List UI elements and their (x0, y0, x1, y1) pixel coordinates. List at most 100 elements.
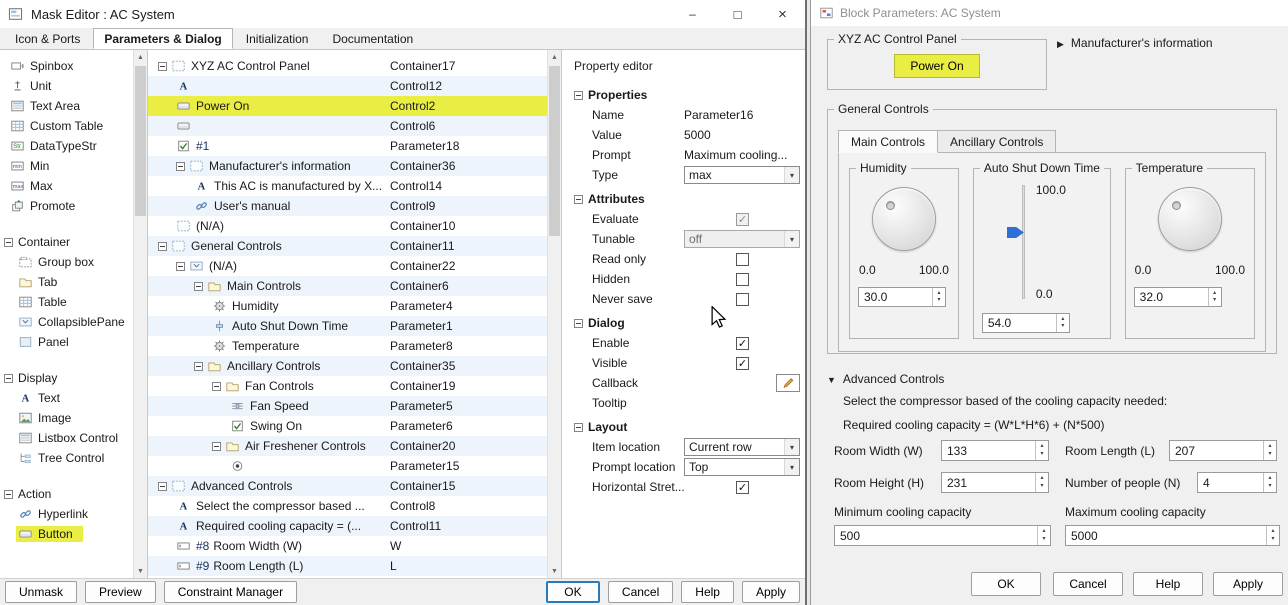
tunable-dropdown[interactable]: off (684, 230, 800, 248)
palette-item-spinbox[interactable]: Spinbox (0, 56, 147, 76)
humidity-knob[interactable] (871, 187, 936, 251)
spinner-arrows-icon[interactable] (1055, 314, 1069, 332)
spinner-arrows-icon[interactable] (1263, 441, 1276, 460)
tree-row[interactable]: Air Freshener Controls Container20 (148, 436, 561, 456)
palette-item-hyperlink[interactable]: Hyperlink (0, 504, 147, 524)
apply-button[interactable]: Apply (1213, 572, 1283, 596)
spinner-arrows-icon[interactable] (1035, 441, 1048, 460)
tree-row[interactable]: Swing On Parameter6 (148, 416, 561, 436)
collapse-icon[interactable] (574, 318, 583, 328)
tree-row[interactable]: Advanced Controls Container15 (148, 476, 561, 496)
palette-item-custom-table[interactable]: Custom Table (0, 116, 147, 136)
section-properties[interactable]: Properties (562, 85, 805, 105)
palette-item-button[interactable]: Button (0, 524, 147, 544)
people-input[interactable]: 4 (1197, 472, 1277, 493)
prompt-value[interactable]: Maximum cooling... (684, 148, 787, 162)
spinner-arrows-icon[interactable] (1263, 473, 1276, 492)
collapse-icon[interactable] (574, 90, 583, 100)
ok-button[interactable]: OK (545, 581, 600, 603)
collapse-icon[interactable] (158, 481, 167, 491)
scroll-down-icon[interactable] (548, 564, 561, 578)
palette-item-panel[interactable]: Panel (0, 332, 147, 352)
tree-row[interactable]: Manufacturer's information Container36 (148, 156, 561, 176)
type-dropdown[interactable]: max (684, 166, 800, 184)
palette-item-tree-control[interactable]: Tree Control (0, 448, 147, 468)
preview-button[interactable]: Preview (85, 581, 156, 603)
collapse-icon[interactable] (4, 489, 13, 499)
unmask-button[interactable]: Unmask (5, 581, 78, 603)
tree-row[interactable]: Main Controls Container6 (148, 276, 561, 296)
palette-item-text[interactable]: Text (0, 388, 147, 408)
prompt-location-dropdown[interactable]: Top (684, 458, 800, 476)
close-button[interactable] (760, 0, 805, 28)
palette-item-max[interactable]: Max (0, 176, 147, 196)
evaluate-checkbox[interactable] (736, 212, 749, 226)
tree-row[interactable]: Select the compressor based ... Control8 (148, 496, 561, 516)
tree-row[interactable]: Ancillary Controls Container35 (148, 356, 561, 376)
value-value[interactable]: 5000 (684, 128, 711, 142)
collapse-icon[interactable] (212, 381, 221, 391)
hstretch-checkbox[interactable] (736, 480, 749, 494)
humidity-spinner[interactable]: 30.0 (858, 287, 946, 307)
palette-item-listbox-control[interactable]: Listbox Control (0, 428, 147, 448)
tree-row[interactable]: #8 Room Width (W) W (148, 536, 561, 556)
apply-button[interactable]: Apply (741, 581, 800, 603)
ok-button[interactable]: OK (971, 572, 1041, 596)
maximize-button[interactable] (715, 0, 760, 28)
help-button[interactable]: Help (1133, 572, 1203, 596)
collapse-icon[interactable] (158, 241, 167, 251)
palette-item-image[interactable]: Image (0, 408, 147, 428)
palette-section-container[interactable]: Container (0, 232, 147, 252)
spinner-arrows-icon[interactable] (1035, 473, 1048, 492)
palette-item-table[interactable]: Table (0, 292, 147, 312)
tree-row[interactable]: Fan Speed Parameter5 (148, 396, 561, 416)
palette-item-text-area[interactable]: Text Area (0, 96, 147, 116)
tree-row[interactable]: #9 Room Length (L) L (148, 556, 561, 576)
tree-row[interactable]: User's manual Control9 (148, 196, 561, 216)
spinner-arrows-icon[interactable] (932, 288, 945, 306)
collapse-icon[interactable] (212, 441, 221, 451)
collapse-icon[interactable] (574, 422, 583, 432)
palette-item-unit[interactable]: Unit (0, 76, 147, 96)
palette-item-collapsiblepane[interactable]: CollapsiblePane (0, 312, 147, 332)
temperature-knob[interactable] (1157, 187, 1222, 251)
auto-shutdown-spinner[interactable]: 54.0 (981, 313, 1070, 333)
tab-ancillary-controls[interactable]: Ancillary Controls (938, 130, 1057, 153)
enable-checkbox[interactable] (736, 336, 749, 350)
tab-parameters-dialog[interactable]: Parameters & Dialog (93, 28, 233, 49)
tree-row[interactable]: General Controls Container11 (148, 236, 561, 256)
temperature-spinner[interactable]: 32.0 (1133, 287, 1222, 307)
scrollbar-thumb[interactable] (135, 66, 146, 216)
section-attributes[interactable]: Attributes (562, 189, 805, 209)
tree-row-selected[interactable]: Power On Control2 (148, 96, 561, 116)
tree-row[interactable]: Required cooling capacity = (... Control1… (148, 516, 561, 536)
tree-row[interactable]: Control6 (148, 116, 561, 136)
manufacturer-info-section[interactable]: Manufacturer's information (1057, 36, 1213, 50)
tab-main-controls[interactable]: Main Controls (838, 130, 939, 153)
neversave-checkbox[interactable] (736, 292, 749, 306)
spinner-arrows-icon[interactable] (1037, 526, 1050, 545)
section-dialog[interactable]: Dialog (562, 313, 805, 333)
power-on-button[interactable]: Power On (894, 54, 980, 78)
slider-track[interactable] (1021, 185, 1025, 299)
tooltip-field[interactable] (684, 394, 800, 412)
item-location-dropdown[interactable]: Current row (684, 438, 800, 456)
room-length-input[interactable]: 207 (1169, 440, 1277, 461)
max-capacity-input[interactable]: 5000 (1065, 525, 1280, 546)
tab-initialization[interactable]: Initialization (235, 28, 320, 49)
help-button[interactable]: Help (681, 581, 734, 603)
collapse-icon[interactable] (194, 281, 203, 291)
tree-row[interactable]: Fan Controls Container19 (148, 376, 561, 396)
scroll-down-icon[interactable] (134, 564, 147, 578)
room-height-input[interactable]: 231 (941, 472, 1049, 493)
spinner-arrows-icon[interactable] (1266, 526, 1279, 545)
palette-item-tab[interactable]: Tab (0, 272, 147, 292)
tab-icon-ports[interactable]: Icon & Ports (4, 28, 91, 49)
readonly-checkbox[interactable] (736, 252, 749, 266)
tree-row[interactable]: Control12 (148, 76, 561, 96)
palette-item-min[interactable]: Min (0, 156, 147, 176)
room-width-input[interactable]: 133 (941, 440, 1049, 461)
section-layout[interactable]: Layout (562, 417, 805, 437)
collapse-icon[interactable] (158, 61, 167, 71)
collapse-icon[interactable] (176, 261, 185, 271)
